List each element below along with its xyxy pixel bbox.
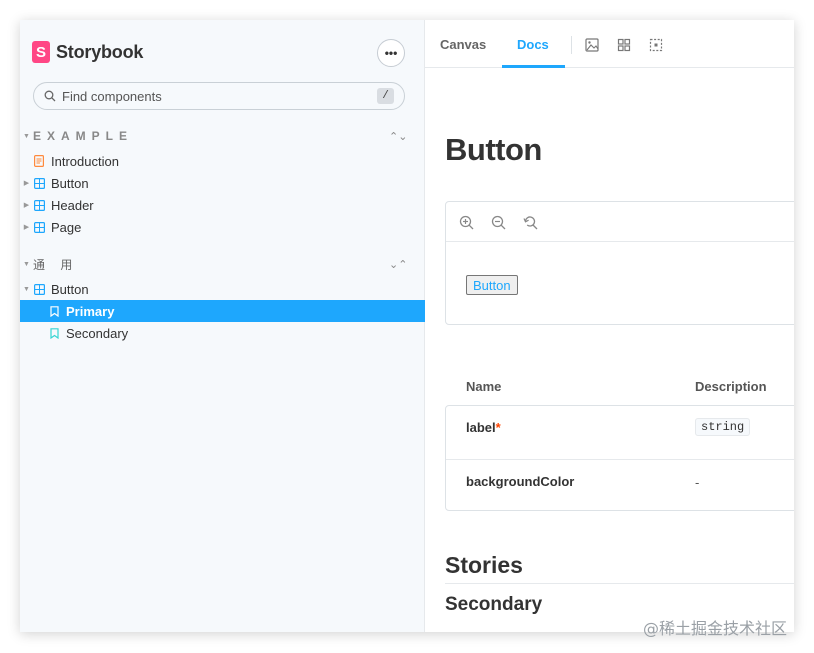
expand-collapse-icon[interactable]: ⌃⌄ (389, 130, 407, 143)
sidebar-item-introduction[interactable]: Introduction (20, 150, 425, 172)
caret-down-icon: ▼ (23, 285, 30, 293)
prop-description: string (695, 418, 751, 436)
outline-icon[interactable] (649, 38, 663, 52)
prop-description: - (695, 475, 700, 490)
sidebar-item-label: Page (51, 219, 82, 235)
table-row: label* string (446, 406, 794, 459)
preview-toolbar (446, 202, 794, 242)
sidebar-menu-button[interactable]: ••• (377, 39, 405, 67)
toolbar-divider (571, 36, 572, 54)
sidebar-item-page[interactable]: ▶ Page (20, 216, 425, 238)
image-icon[interactable] (585, 38, 599, 52)
stories-heading: Stories (445, 552, 523, 578)
sidebar-item-label: Primary (66, 303, 115, 319)
sidebar-item-label: Header (51, 197, 94, 213)
prop-name-text: backgroundColor (466, 474, 575, 489)
reset-zoom-icon[interactable] (523, 215, 538, 230)
storybook-window: S Storybook ••• / ▼ EXAMPLE ⌃⌄ Introduct… (20, 20, 794, 632)
divider (445, 583, 794, 584)
group-title: EXAMPLE (33, 129, 134, 143)
sidebar-item-label: Button (51, 175, 89, 191)
search-box[interactable]: / (33, 82, 405, 110)
group-title: 通 用 (33, 257, 79, 272)
caret-right-icon: ▶ (23, 202, 30, 209)
caret-down-icon: ▼ (23, 132, 30, 140)
brand[interactable]: S Storybook (32, 40, 143, 64)
active-tab-indicator (502, 65, 565, 68)
required-mark: * (495, 420, 501, 435)
tab-docs[interactable]: Docs (517, 20, 549, 68)
sidebar-item-secondary[interactable]: Secondary (20, 322, 425, 344)
toolbar: Canvas Docs (425, 20, 794, 68)
component-icon (33, 221, 45, 233)
zoom-out-icon[interactable] (491, 215, 506, 230)
sidebar-item-button-general[interactable]: ▼ Button (20, 278, 425, 300)
tab-canvas[interactable]: Canvas (440, 20, 486, 68)
story-heading: Secondary (445, 594, 543, 615)
component-icon (33, 199, 45, 211)
group-general[interactable]: ▼ 通 用 ⌄⌃ (20, 254, 425, 274)
search-input[interactable] (62, 88, 362, 104)
component-preview: Button (445, 201, 794, 325)
zoom-in-icon[interactable] (459, 215, 474, 230)
group-example[interactable]: ▼ EXAMPLE ⌃⌄ (20, 126, 425, 146)
component-icon (33, 177, 45, 189)
story-bookmark-icon (48, 327, 60, 339)
docs-panel: Canvas Docs Button Button Name Descripti… (425, 20, 794, 632)
type-code: string (695, 418, 751, 436)
props-header-name: Name (466, 379, 502, 394)
props-header-description: Description (695, 379, 767, 394)
prop-name: backgroundColor (466, 474, 574, 489)
caret-right-icon: ▶ (23, 180, 30, 187)
sidebar-item-label: Introduction (51, 153, 119, 169)
sidebar-item-button[interactable]: ▶ Button (20, 172, 425, 194)
props-table: label* string backgroundColor - (445, 405, 794, 511)
caret-down-icon: ▼ (23, 260, 30, 268)
search-icon (44, 90, 56, 102)
brand-name: Storybook (56, 41, 144, 62)
component-icon (33, 283, 45, 295)
watermark: @稀土掘金技术社区 (643, 619, 788, 638)
search-shortcut-key: / (377, 88, 394, 104)
prop-name-text: label (466, 420, 496, 435)
story-bookmark-icon (48, 305, 60, 317)
document-icon (33, 155, 45, 167)
prop-name: label* (466, 420, 501, 435)
table-row: backgroundColor - (446, 459, 794, 512)
sidebar: S Storybook ••• / ▼ EXAMPLE ⌃⌄ Introduct… (20, 20, 425, 632)
grid-icon[interactable] (617, 38, 631, 52)
storybook-logo-icon: S (32, 41, 50, 63)
sidebar-item-primary[interactable]: Primary (20, 300, 425, 322)
caret-right-icon: ▶ (23, 224, 30, 231)
sidebar-item-label: Button (51, 281, 89, 297)
page-title: Button (445, 132, 542, 167)
demo-button[interactable]: Button (466, 275, 518, 295)
sidebar-item-header[interactable]: ▶ Header (20, 194, 425, 216)
sidebar-item-label: Secondary (66, 325, 129, 341)
collapse-icon[interactable]: ⌄⌃ (389, 258, 407, 271)
